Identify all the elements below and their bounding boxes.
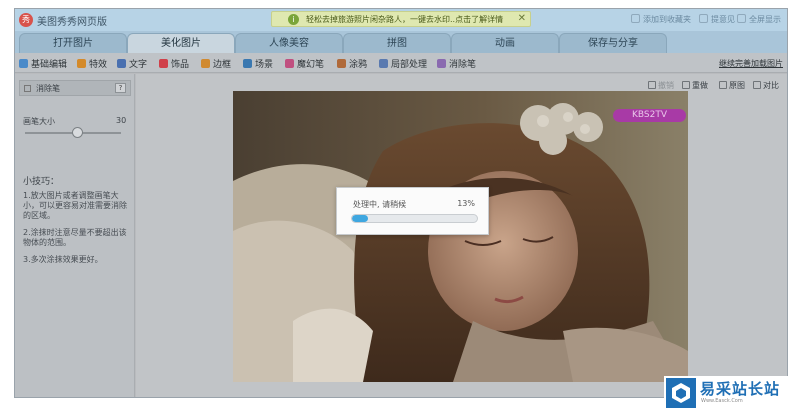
tip-3: 3.多次涂抹效果更好。 [23,255,103,264]
main-tabs: 打开图片 美化图片 人像美容 拼图 动画 保存与分享 [15,31,787,53]
tool-text[interactable]: 文字 [117,57,147,70]
tool-label: 文字 [129,60,148,70]
original-icon [719,81,727,89]
fullscreen-label: 全屏显示 [749,15,781,24]
watermark-overlay: KBS2TV [613,109,686,122]
edit-icon [19,59,28,68]
app-window: 秀 美图秀秀网页版 i 轻松去掉旅游照片闲杂路人，一键去水印..点击了解详情 ✕… [14,8,788,398]
eraser-icon [437,59,446,68]
mail-icon [699,14,708,23]
tool-bar: 基础编辑 特效 文字 饰品 边框 场景 魔幻笔 涂鸦 局部处理 消除笔 继续完善… [15,53,787,73]
info-icon: i [288,14,299,25]
tool-label: 场景 [255,60,274,70]
undo-label: 撤销 [658,81,674,90]
tab-open-image[interactable]: 打开图片 [19,33,127,53]
tool-scene[interactable]: 场景 [243,57,273,70]
compare-icon [753,81,761,89]
tool-effects[interactable]: 特效 [77,57,107,70]
bow-icon [159,59,168,68]
tip-2: 2.涂抹时注意尽量不要超出该物体的范围。 [23,228,127,247]
tip-1: 1.放大图片或者调整画笔大小，可以更容易对准需要消除的区域。 [23,191,127,220]
photo[interactable]: KBS2TV [233,91,688,382]
wand-icon [77,59,86,68]
close-icon[interactable]: ✕ [518,13,526,24]
tool-label: 边框 [213,60,232,70]
notice-banner[interactable]: i 轻松去掉旅游照片闲杂路人，一键去水印..点击了解详情 ✕ [271,11,531,27]
magic-pen-icon [285,59,294,68]
redo-icon [682,81,690,89]
add-favorite-label: 添加到收藏夹 [643,15,691,24]
tool-doodle[interactable]: 涂鸦 [337,57,367,70]
progress-text: 处理中, 请稍候 [353,200,407,209]
feedback-link[interactable]: 提意见 [699,14,735,25]
tab-beautify[interactable]: 美化图片 [127,33,235,53]
local-icon [379,59,388,68]
redo-button[interactable]: 重做 [682,80,708,91]
corner-badge: 易采站长站 Www.Easck.Com [664,376,800,410]
tool-label: 局部处理 [391,60,428,70]
fullscreen-icon [737,14,746,23]
tool-label: 特效 [89,60,108,70]
tool-label: 消除笔 [449,60,477,70]
tool-decorations[interactable]: 饰品 [159,57,189,70]
undo-icon [648,81,656,89]
title-bar: 秀 美图秀秀网页版 i 轻松去掉旅游照片闲杂路人，一键去水印..点击了解详情 ✕… [15,9,787,31]
feedback-label: 提意见 [711,15,735,24]
fullscreen-link[interactable]: 全屏显示 [737,14,781,25]
add-favorite-link[interactable]: 添加到收藏夹 [631,14,691,25]
continue-loading-link[interactable]: 继续完善加载图片 [719,58,783,69]
tool-label: 涂鸦 [349,60,368,70]
tool-frame[interactable]: 边框 [201,57,231,70]
photo-image [233,91,688,382]
compare-button[interactable]: 对比 [753,80,779,91]
text-icon [117,59,126,68]
tool-label: 饰品 [171,60,190,70]
tab-animation[interactable]: 动画 [451,33,559,53]
badge-title: 易采站长站 [700,380,781,398]
canvas-area[interactable]: 撤销 重做 原图 对比 KBS2TV [136,74,787,397]
tab-save-share[interactable]: 保存与分享 [559,33,667,53]
badge-subtitle: Www.Easck.Com [701,398,743,404]
panel-title: 消除笔 [36,84,60,93]
tab-portrait[interactable]: 人像美容 [235,33,343,53]
eraser-panel: 消除笔 ? 画笔大小 30 小技巧： 1.放大图片或者调整画笔大小，可以更容易对… [15,74,135,397]
redo-label: 重做 [692,81,708,90]
help-button[interactable]: ? [115,83,126,93]
tool-magic-pen[interactable]: 魔幻笔 [285,57,324,70]
tool-label: 魔幻笔 [297,60,325,70]
app-logo-icon: 秀 [19,13,33,27]
tab-collage[interactable]: 拼图 [343,33,451,53]
tool-eraser-pen[interactable]: 消除笔 [437,57,476,70]
tool-local-edit[interactable]: 局部处理 [379,57,427,70]
eraser-icon [24,85,31,92]
frame-icon [201,59,210,68]
progress-bar [351,214,478,223]
star-icon [631,14,640,23]
tool-label: 基础编辑 [31,60,68,70]
site-logo-icon [666,378,696,408]
notice-text[interactable]: 轻松去掉旅游照片闲杂路人，一键去水印..点击了解详情 [306,14,503,25]
scene-icon [243,59,252,68]
progress-percent: 13% [457,199,475,208]
undo-button[interactable]: 撤销 [648,80,674,91]
progress-dialog: 处理中, 请稍候 13% [336,187,489,235]
original-button[interactable]: 原图 [719,80,745,91]
brush-icon [337,59,346,68]
progress-bar-fill [352,215,369,222]
original-label: 原图 [729,81,745,90]
app-title: 美图秀秀网页版 [37,17,107,28]
compare-label: 对比 [763,81,779,90]
tips-title: 小技巧： [23,177,60,187]
panel-header: 消除笔 ? [19,80,131,96]
slider-handle[interactable] [72,127,84,138]
brush-size-value: 30 [116,116,127,125]
brush-size-label: 画笔大小 [23,117,55,126]
tool-basic-edit[interactable]: 基础编辑 [19,57,67,70]
